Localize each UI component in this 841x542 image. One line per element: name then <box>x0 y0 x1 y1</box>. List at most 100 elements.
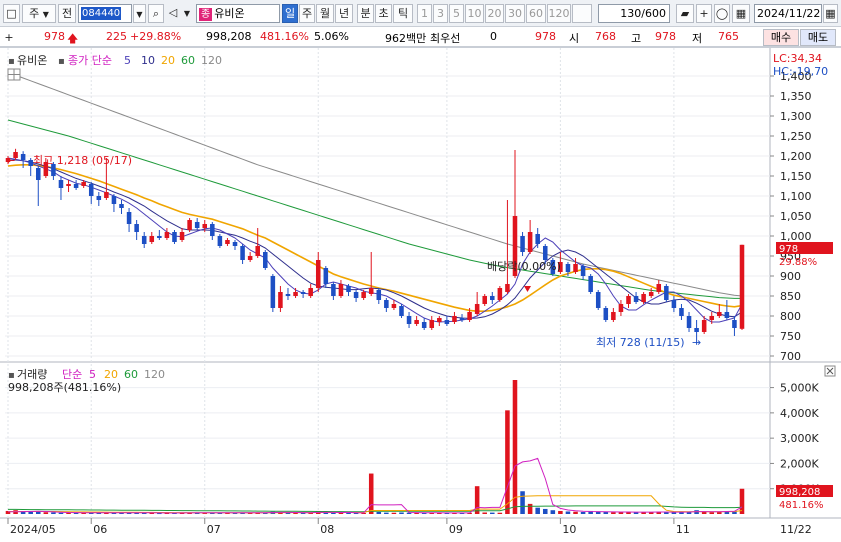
candle-body <box>580 266 586 276</box>
lc-label: LC:34,34 <box>773 52 822 65</box>
x-tick-label: 07 <box>207 523 221 536</box>
buy-button[interactable]: 매수 <box>763 29 799 46</box>
candle-body <box>119 204 124 208</box>
candle-body <box>648 292 654 296</box>
stock-chart-window: □ 주 ▼ 전 084440 ▼ ⌕ ◁ ▼ 종 유비온 일 주 월 년 분 초 … <box>0 0 841 542</box>
best-price: 978 <box>535 30 556 43</box>
best-bid-value: 0 <box>490 30 497 43</box>
minute-option-3[interactable]: 3 <box>433 4 448 23</box>
price-legend-name[interactable]: 유비온 <box>17 54 47 67</box>
price-legend-type[interactable]: 종가 단순 <box>68 54 112 67</box>
current-price-tag: 978 <box>779 244 798 255</box>
price-tick-label: 1,100 <box>780 190 812 203</box>
candle-body <box>474 304 480 314</box>
calendar-icon[interactable]: ▦ <box>823 4 838 23</box>
chevron-down-icon: ▼ <box>42 10 49 19</box>
stock-code-input[interactable]: 084440 <box>78 4 132 23</box>
speaker-icon[interactable]: ◁ <box>166 4 180 23</box>
candle-body <box>452 316 457 322</box>
chart-canvas[interactable]: 1,4001,3501,3001,2501,2001,1501,1001,050… <box>0 48 841 542</box>
volume-legend-ma20[interactable]: 20 <box>104 368 118 381</box>
volume-bar <box>497 512 503 514</box>
minute-option-20[interactable]: 20 <box>485 4 504 23</box>
volume-legend-ma5[interactable]: 5 <box>89 368 96 381</box>
chart-menu-icon[interactable]: □ <box>3 4 20 23</box>
volume-bar <box>384 512 389 514</box>
open-price: 768 <box>595 30 616 43</box>
volume-bar <box>739 488 745 514</box>
stock-name: 유비온 <box>214 7 245 20</box>
current-change-tag: 29.88% <box>779 257 817 268</box>
price-change-percent: +29.88% <box>130 30 182 43</box>
period-tab-month[interactable]: 월 <box>316 4 334 23</box>
candle-body <box>497 288 503 300</box>
candle-body <box>149 236 155 242</box>
type-select[interactable]: 주 ▼ <box>22 4 56 23</box>
low-price: 765 <box>718 30 739 43</box>
minute-option-1[interactable]: 1 <box>417 4 432 23</box>
search-icon[interactable]: ⌕ <box>148 4 164 23</box>
minute-option-5[interactable]: 5 <box>449 4 464 23</box>
low-label: 저 <box>692 32 703 45</box>
price-tick-label: 1,200 <box>780 150 812 163</box>
period-tab-day[interactable]: 일 <box>282 4 298 23</box>
price-tick-label: 1,250 <box>780 130 812 143</box>
minute-option-120[interactable]: 120 <box>547 4 571 23</box>
candle-body <box>505 284 510 292</box>
volume-bar <box>580 511 586 514</box>
volume-bar <box>58 512 64 514</box>
volume-bar <box>671 512 677 514</box>
price-legend-ma20[interactable]: 20 <box>161 54 175 67</box>
stock-code-value: 084440 <box>81 7 122 20</box>
candle-body <box>255 246 260 256</box>
date-input[interactable]: 2024/11/22 <box>754 4 822 23</box>
period-tab-second[interactable]: 초 <box>375 4 392 23</box>
settings-grid-icon[interactable]: ▦ <box>732 4 750 23</box>
trade-amount: 962백만 <box>385 32 427 45</box>
chevron-down-icon: ▼ <box>136 10 143 19</box>
volume-legend-name[interactable]: 거래량 <box>17 368 47 381</box>
candle-body <box>739 244 745 329</box>
data-count-input[interactable]: 130/600 <box>598 4 670 23</box>
code-dropdown-button[interactable]: ▼ <box>133 4 146 23</box>
candle-body <box>656 284 662 292</box>
candle-body <box>527 232 533 252</box>
candle-body <box>315 260 321 288</box>
minute-option-30[interactable]: 30 <box>505 4 525 23</box>
volume-legend-ma60[interactable]: 60 <box>124 368 138 381</box>
price-legend-ma10[interactable]: 10 <box>141 54 155 67</box>
volume-bar <box>490 512 495 514</box>
sell-button[interactable]: 매도 <box>800 29 836 46</box>
compare-icon[interactable]: ◯ <box>714 4 730 23</box>
candle-type-icon[interactable]: ▰ <box>676 4 694 23</box>
price-legend-ma60[interactable]: 60 <box>181 54 195 67</box>
period-tab-year[interactable]: 년 <box>335 4 353 23</box>
candle-body <box>724 312 730 318</box>
x-tick-label: 11/22 <box>780 523 812 536</box>
candle-body <box>459 318 465 320</box>
period-tab-minute[interactable]: 분 <box>357 4 374 23</box>
speaker-dropdown-icon[interactable]: ▼ <box>181 4 193 23</box>
x-tick-label: 10 <box>562 523 576 536</box>
period-tab-week[interactable]: 주 <box>299 4 315 23</box>
chart-area[interactable]: 1,400 1,350 1,300 1,250 1,200 1,150 1,100 1,050… <box>0 47 841 542</box>
volume-legend-ma120[interactable]: 120 <box>144 368 165 381</box>
candle-body <box>293 292 298 296</box>
stock-name-box[interactable]: 종 유비온 <box>196 4 280 23</box>
period-tab-tick[interactable]: 틱 <box>393 4 413 23</box>
minute-input[interactable] <box>572 4 592 23</box>
volume-legend-type[interactable]: 단순 <box>62 368 82 381</box>
expand-icon[interactable]: + <box>2 29 16 48</box>
candle-body <box>66 184 71 186</box>
jeon-button[interactable]: 전 <box>58 4 76 23</box>
minute-option-60[interactable]: 60 <box>526 4 546 23</box>
candle-body <box>399 306 404 316</box>
price-legend-ma120[interactable]: 120 <box>201 54 222 67</box>
add-indicator-icon[interactable]: + <box>696 4 712 23</box>
volume-bar <box>399 512 404 514</box>
price-legend-ma5[interactable]: 5 <box>124 54 131 67</box>
candle-body <box>709 316 715 320</box>
minute-option-10[interactable]: 10 <box>465 4 484 23</box>
candle-body <box>134 224 139 232</box>
low-annotation: 최저 728 (11/15) <box>596 336 685 349</box>
